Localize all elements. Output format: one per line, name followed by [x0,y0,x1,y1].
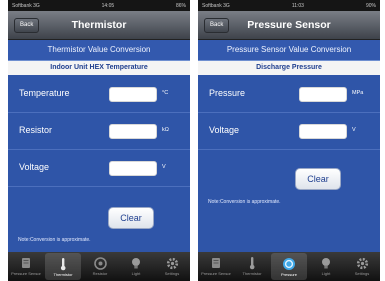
resistor-row: Resistor kΩ [8,113,190,150]
carrier-label: Softbank 3G [12,2,40,9]
tab-label: Thermistor [242,271,262,276]
dial-icon [282,257,296,271]
navigation-bar: Pressure Sensor Back [198,11,380,40]
screen-subtitle: Pressure Sensor Value Conversion [198,40,380,61]
clock: 11:03 [291,2,304,9]
tab-label: Light [131,271,141,276]
tab-thermistor[interactable]: Thermistor [234,252,270,281]
tab-label: Pressure [280,272,297,277]
tab-pressure-sensor[interactable]: Pressure Sensor [8,252,44,281]
carrier-label: Softbank 3G [202,2,230,9]
tab-label: Light [321,271,331,276]
battery-label: 86% [175,2,186,9]
thermistor-screen: Softbank 3G 14:05 86% Thermistor Back Th… [8,0,190,281]
clock: 14:05 [101,2,115,9]
temperature-label: Temperature [19,88,70,98]
tab-bar: Pressure Sensor Thermistor Pressure Ligh… [198,252,380,281]
thermometer-icon [245,256,259,270]
tab-pressure[interactable]: Pressure [271,253,307,280]
clear-button[interactable]: Clear [295,168,341,190]
status-bar: Softbank 3G 11:03 90% [198,0,380,11]
tab-label: Settings [354,271,370,276]
pressure-input[interactable] [299,87,347,102]
clear-button[interactable]: Clear [108,207,154,229]
tab-pressure-sensor[interactable]: Pressure Sensor [198,252,234,281]
section-header: Discharge Pressure [198,61,380,75]
temperature-row: Temperature °C [8,76,190,113]
tab-settings[interactable]: Settings [154,252,190,281]
thermometer-icon [56,257,70,271]
tab-light[interactable]: Light [118,252,154,281]
tab-label: Pressure Sensor [201,271,231,276]
voltage-label: Voltage [209,125,240,135]
resistor-input[interactable] [109,124,157,139]
bulb-icon [129,256,143,270]
pressure-sensor-screen: Softbank 3G 11:03 90% Pressure Sensor Ba… [198,0,380,281]
approximation-note: Note:Conversion is approximate. [208,199,281,205]
tab-settings[interactable]: Settings [344,252,380,281]
tab-label: Thermistor [53,272,73,277]
voltage-row: Voltage V [8,150,190,187]
tab-label: Pressure Sensor [11,271,41,276]
status-bar: Softbank 3G 14:05 86% [8,0,190,11]
back-button[interactable]: Back [14,18,40,33]
back-button[interactable]: Back [204,18,230,33]
tab-thermistor[interactable]: Thermistor [45,253,81,280]
pressure-gauge-icon [209,256,223,270]
approximation-note: Note:Conversion is approximate. [18,237,91,243]
pressure-row: Pressure MPa [198,76,380,113]
tab-bar: Pressure Sensor Thermistor Resistor Ligh… [8,252,190,281]
voltage-row: Voltage V [198,113,380,150]
gear-icon [165,256,179,270]
screen-subtitle: Thermistor Value Conversion [8,40,190,61]
section-header: Indoor Unit HEX Temperature [8,61,190,75]
navigation-bar: Thermistor Back [8,11,190,40]
voltage-input[interactable] [299,124,347,139]
bulb-icon [319,256,333,270]
temperature-input[interactable] [109,87,157,102]
voltage-input[interactable] [109,161,157,176]
resistor-unit: kΩ [162,127,169,133]
pressure-label: Pressure [209,88,246,98]
tab-label: Resistor [92,271,108,276]
tab-label: Settings [164,271,180,276]
voltage-label: Voltage [19,162,50,172]
voltage-unit: V [352,127,356,133]
pressure-gauge-icon [19,256,33,270]
resistor-label: Resistor [19,125,53,135]
gear-icon [355,256,369,270]
temperature-unit: °C [162,90,169,96]
resistor-icon [93,256,107,270]
battery-label: 90% [365,2,376,9]
voltage-unit: V [162,164,166,170]
pressure-unit: MPa [352,90,364,96]
tab-resistor[interactable]: Resistor [82,252,118,281]
tab-light[interactable]: Light [308,252,344,281]
